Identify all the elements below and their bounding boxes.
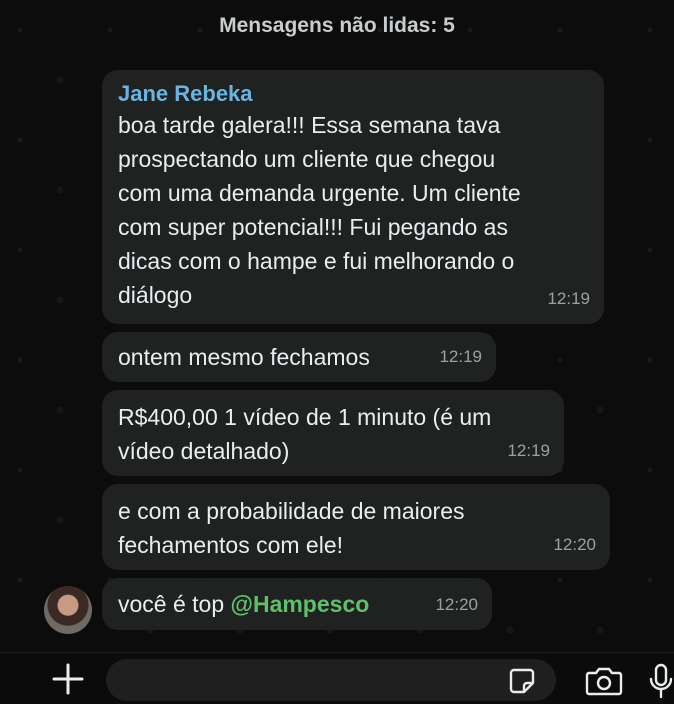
message-line: prospectando um cliente que chegou bbox=[118, 146, 496, 172]
message-bubble[interactable]: ontem mesmo fechamos 12:19 bbox=[102, 332, 496, 382]
unread-messages-banner: Mensagens não lidas: 5 bbox=[219, 14, 455, 37]
camera-icon[interactable] bbox=[585, 665, 623, 697]
message-bubble[interactable]: R$400,00 1 vídeo de 1 minuto (é um vídeo… bbox=[102, 390, 564, 476]
message-line: boa tarde galera!!! Essa semana tava bbox=[118, 112, 501, 138]
message-line: diálogo bbox=[118, 282, 193, 308]
message-time: 12:19 bbox=[547, 289, 590, 308]
message-line: dicas com o hampe e fui melhorando o bbox=[118, 248, 515, 274]
microphone-icon[interactable] bbox=[648, 663, 674, 699]
message-line: com uma demanda urgente. Um cliente bbox=[118, 180, 521, 206]
message-line: fechamentos com ele! bbox=[118, 532, 344, 558]
message-composer bbox=[0, 652, 674, 704]
message-text: você é top bbox=[118, 591, 231, 617]
message-bubble[interactable]: Jane Rebeka boa tarde galera!!! Essa sem… bbox=[102, 70, 604, 324]
message-line: R$400,00 1 vídeo de 1 minuto (é um bbox=[118, 404, 492, 430]
sticker-icon[interactable] bbox=[508, 667, 536, 695]
message-time: 12:19 bbox=[507, 441, 550, 460]
message-line: vídeo detalhado) bbox=[118, 438, 290, 464]
message-bubble[interactable]: e com a probabilidade de maiores fechame… bbox=[102, 484, 610, 570]
message-time: 12:20 bbox=[553, 535, 596, 554]
user-mention[interactable]: @Hampesco bbox=[231, 591, 370, 617]
message-input[interactable] bbox=[106, 659, 556, 701]
message-time: 12:20 bbox=[435, 595, 478, 614]
message-line: com super potencial!!! Fui pegando as bbox=[118, 214, 508, 240]
plus-icon[interactable] bbox=[50, 661, 86, 697]
message-line: e com a probabilidade de maiores bbox=[118, 498, 465, 524]
message-bubble[interactable]: você é top @Hampesco 12:20 bbox=[102, 578, 492, 630]
sender-name[interactable]: Jane Rebeka bbox=[118, 80, 588, 108]
message-text: ontem mesmo fechamos bbox=[118, 344, 370, 370]
message-time: 12:19 bbox=[439, 347, 482, 366]
sender-avatar[interactable] bbox=[44, 586, 92, 634]
